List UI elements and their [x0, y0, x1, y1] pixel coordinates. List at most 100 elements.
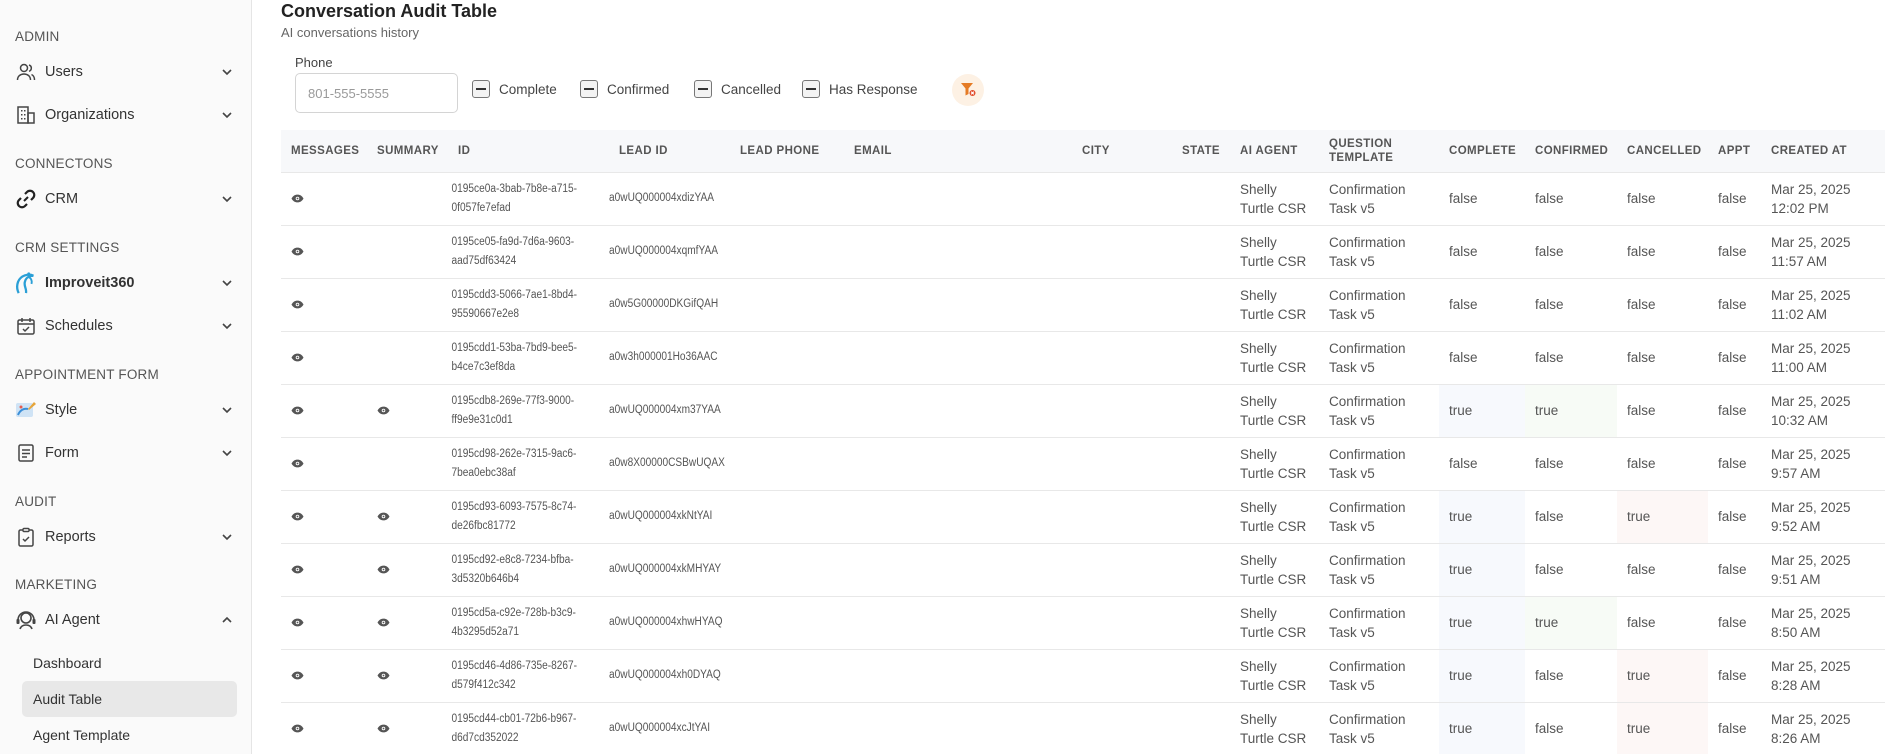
- lead-id-cell: a0wUQ000004xhwHYAQ: [609, 596, 722, 650]
- table-row[interactable]: 0195cdb8-269e-77f3-9000- ff9e9e31c0d1 a0wU…: [281, 384, 1885, 438]
- table-row[interactable]: 0195cd98-262e-7315-9ac6- 7bea0ebc38af a0w8…: [281, 437, 1885, 491]
- id-line-1: 0195cd44-cb01-72b6-b967-: [451, 712, 577, 725]
- column-header-summary[interactable]: SUMMARY: [367, 130, 448, 173]
- sidebar-item-organizations[interactable]: Organizations: [15, 102, 235, 128]
- table-row[interactable]: 0195cdd3-5066-7ae1-8bd4- 95590667e2e8 a0w5…: [281, 278, 1885, 332]
- table-row[interactable]: 0195cd93-6093-7575-8c74- de26fbc81772 a0wU…: [281, 490, 1885, 544]
- sidebar-subitem-agent-template[interactable]: Agent Template: [22, 717, 237, 753]
- column-header-state[interactable]: STATE: [1172, 130, 1230, 173]
- column-header-messages[interactable]: MESSAGES: [281, 130, 367, 173]
- column-header-email[interactable]: EMAIL: [844, 130, 1072, 173]
- filter-has-response[interactable]: Has Response: [802, 80, 918, 98]
- created-time: 10:32 AM: [1771, 412, 1829, 428]
- table-row[interactable]: 0195cd5a-c92e-728b-b3c9- 4b3295d52a71 a0wU…: [281, 596, 1885, 650]
- view-summary-eye-icon[interactable]: [377, 512, 391, 522]
- chevron-down-icon[interactable]: [219, 318, 235, 334]
- column-header-question-template[interactable]: QUESTION TEMPLATE: [1319, 130, 1439, 173]
- sidebar-item-users[interactable]: Users: [15, 59, 235, 85]
- sidebar-item-ai-agent[interactable]: AI Agent: [15, 607, 235, 633]
- cancelled-cell: false: [1617, 543, 1708, 597]
- table-row[interactable]: 0195cd44-cb01-72b6-b967- d6d7cd352022 a0wU…: [281, 702, 1885, 754]
- view-messages-eye-icon[interactable]: [291, 671, 305, 681]
- sidebar-item-label: Improveit360: [45, 275, 135, 291]
- indeterminate-checkbox-icon[interactable]: [472, 80, 490, 98]
- chevron-down-icon[interactable]: [219, 107, 235, 123]
- filter-complete[interactable]: Complete: [472, 80, 557, 98]
- indeterminate-checkbox-icon[interactable]: [694, 80, 712, 98]
- sidebar-item-label: Organizations: [45, 107, 135, 123]
- messages-cell: [281, 172, 367, 226]
- table-row[interactable]: 0195cdd1-53ba-7bd9-bee5- b4ce7c3ef8da a0w3…: [281, 331, 1885, 385]
- sidebar-section-audit: AUDIT: [15, 494, 57, 509]
- view-messages-eye-icon[interactable]: [291, 565, 305, 575]
- indeterminate-checkbox-icon[interactable]: [580, 80, 598, 98]
- column-header-lead-phone[interactable]: LEAD PHONE: [730, 130, 844, 173]
- clipboard-icon: [15, 526, 37, 548]
- column-header-city[interactable]: CITY: [1072, 130, 1172, 173]
- view-messages-eye-icon[interactable]: [291, 353, 305, 363]
- filter-confirmed[interactable]: Confirmed: [580, 80, 669, 98]
- column-header-lead-id[interactable]: LEAD ID: [609, 130, 730, 173]
- sidebar-item-form[interactable]: Form: [15, 440, 235, 466]
- sidebar-item-schedules[interactable]: Schedules: [15, 313, 235, 339]
- appt-cell: false: [1708, 225, 1761, 279]
- column-header-id[interactable]: ID: [448, 130, 609, 173]
- chevron-up-icon[interactable]: [219, 612, 235, 628]
- lead-phone-cell: [730, 278, 844, 332]
- chevron-down-icon[interactable]: [219, 275, 235, 291]
- view-messages-eye-icon[interactable]: [291, 247, 305, 257]
- confirmed-cell: false: [1525, 225, 1617, 279]
- view-messages-eye-icon[interactable]: [291, 459, 305, 469]
- sidebar-item-crm[interactable]: CRM: [15, 186, 235, 212]
- cancelled-cell: false: [1617, 172, 1708, 226]
- agent-line-1: Shelly: [1240, 181, 1277, 197]
- sidebar-item-reports[interactable]: Reports: [15, 524, 235, 550]
- view-messages-eye-icon[interactable]: [291, 512, 305, 522]
- chevron-down-icon[interactable]: [219, 445, 235, 461]
- sidebar-subitem-dashboard[interactable]: Dashboard: [22, 645, 237, 681]
- template-line-2: Task v5: [1329, 200, 1375, 216]
- created-at-cell: Mar 25, 2025 9:57 AM: [1761, 437, 1885, 491]
- created-time: 11:57 AM: [1771, 253, 1828, 269]
- view-summary-eye-icon[interactable]: [377, 406, 391, 416]
- clear-filter-button[interactable]: [952, 74, 984, 106]
- template-line-1: Confirmation: [1329, 287, 1406, 303]
- column-header-created-at[interactable]: CREATED AT: [1761, 130, 1885, 173]
- ai-agent-cell: Shelly Turtle CSR: [1230, 437, 1319, 491]
- column-header-confirmed[interactable]: CONFIRMED: [1525, 130, 1617, 173]
- id-line-1: 0195cd5a-c92e-728b-b3c9-: [451, 606, 576, 619]
- view-messages-eye-icon[interactable]: [291, 406, 305, 416]
- indeterminate-checkbox-icon[interactable]: [802, 80, 820, 98]
- view-messages-eye-icon[interactable]: [291, 618, 305, 628]
- column-header-appt[interactable]: APPT: [1708, 130, 1761, 173]
- table-row[interactable]: 0195ce05-fa9d-7d6a-9603- aad75df63424 a0wU…: [281, 225, 1885, 279]
- view-summary-eye-icon[interactable]: [377, 671, 391, 681]
- filter-cancelled[interactable]: Cancelled: [694, 80, 781, 98]
- sidebar-item-improveit360[interactable]: Improveit360: [15, 270, 235, 296]
- chevron-down-icon[interactable]: [219, 529, 235, 545]
- page-subtitle: AI conversations history: [281, 25, 420, 40]
- id-line-2: 3d5320b646b4: [451, 572, 520, 585]
- column-header-complete[interactable]: COMPLETE: [1439, 130, 1525, 173]
- table-row[interactable]: 0195cd46-4d86-735e-8267- d579f412c342 a0wU…: [281, 649, 1885, 703]
- agent-line-1: Shelly: [1240, 234, 1277, 250]
- view-summary-eye-icon[interactable]: [377, 618, 391, 628]
- state-cell: [1172, 543, 1230, 597]
- column-header-ai-agent[interactable]: AI AGENT: [1230, 130, 1319, 173]
- cancelled-cell: true: [1617, 649, 1708, 703]
- chevron-down-icon[interactable]: [219, 191, 235, 207]
- table-row[interactable]: 0195cd92-e8c8-7234-bfba- 3d5320b646b4 a0wU…: [281, 543, 1885, 597]
- chevron-down-icon[interactable]: [219, 64, 235, 80]
- view-messages-eye-icon[interactable]: [291, 300, 305, 310]
- template-line-1: Confirmation: [1329, 340, 1406, 356]
- column-header-cancelled[interactable]: CANCELLED: [1617, 130, 1708, 173]
- chevron-down-icon[interactable]: [219, 402, 235, 418]
- sidebar-subitem-audit-table[interactable]: Audit Table: [22, 681, 237, 717]
- phone-input[interactable]: [295, 73, 458, 113]
- view-summary-eye-icon[interactable]: [377, 565, 391, 575]
- view-summary-eye-icon[interactable]: [377, 724, 391, 734]
- view-messages-eye-icon[interactable]: [291, 194, 305, 204]
- sidebar-item-style[interactable]: Style: [15, 397, 235, 423]
- view-messages-eye-icon[interactable]: [291, 724, 305, 734]
- table-row[interactable]: 0195ce0a-3bab-7b8e-a715- 0f057fe7efad a0wU…: [281, 172, 1885, 226]
